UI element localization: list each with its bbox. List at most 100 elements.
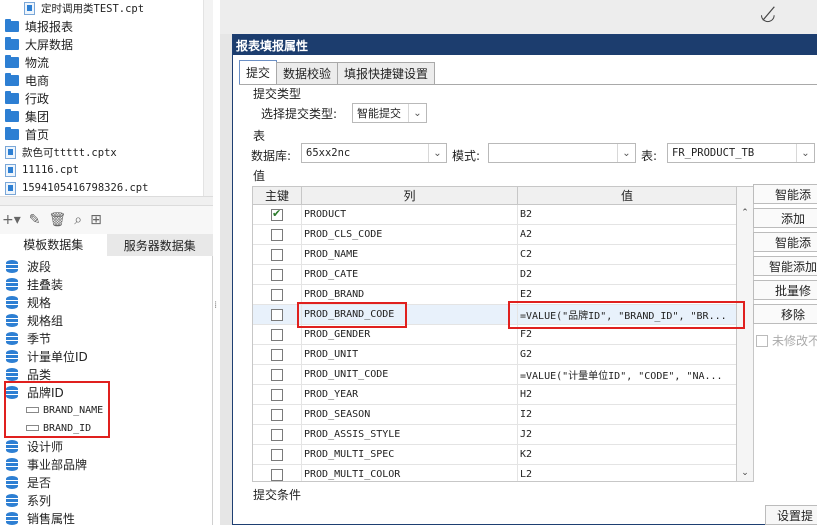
file-icon: [24, 1, 35, 15]
edit-icon[interactable]: ✎: [29, 212, 41, 228]
mode-select[interactable]: ⌄: [488, 143, 636, 163]
dataset-item[interactable]: 事业部品牌: [0, 455, 87, 473]
left-panel: 定时调用类TEST.cpt 填报报表 大屏数据 物流 电商 行政 集团 首页 款…: [0, 0, 213, 525]
table-row[interactable]: PROD_MULTI_COLOR L2: [253, 465, 736, 481]
tree-item[interactable]: 首页: [5, 125, 49, 143]
table-row[interactable]: PROD_YEAR H2: [253, 385, 736, 405]
primary-key-checkbox[interactable]: [271, 288, 283, 301]
database-icon: [6, 295, 18, 309]
folder-icon: [5, 18, 19, 32]
tab-template-dataset[interactable]: 模板数据集: [0, 234, 107, 256]
primary-key-checkbox[interactable]: [271, 388, 283, 401]
folder-icon: [5, 72, 19, 86]
table-row[interactable]: PRODUCTB2: [253, 205, 736, 225]
unmodified-no-submit-option[interactable]: 未修改不: [756, 332, 817, 349]
submit-type-group-label: 提交类型: [253, 87, 302, 101]
tree-item[interactable]: 款色可ttttt.cptx: [5, 143, 117, 161]
dataset-item[interactable]: 波段: [0, 257, 51, 275]
smart-add-cells-button[interactable]: 智能添: [753, 232, 817, 252]
tree-item[interactable]: 填报报表: [5, 17, 73, 35]
table-row[interactable]: PROD_CATE D2: [253, 265, 736, 285]
file-icon: [5, 181, 16, 195]
chevron-down-icon: ⌄: [408, 104, 426, 122]
database-select[interactable]: 65xx2nc ⌄: [301, 143, 447, 163]
dataset-item[interactable]: 销售属性: [0, 509, 75, 525]
primary-key-checkbox[interactable]: [271, 328, 283, 341]
primary-key-checkbox[interactable]: [271, 448, 283, 461]
table-row[interactable]: PROD_UNIT_CODE =VALUE("计量单位ID", "CODE", "…: [253, 365, 736, 385]
dataset-item[interactable]: 设计师: [0, 437, 63, 455]
value-group-label: 值: [253, 169, 266, 183]
primary-key-checkbox[interactable]: [271, 248, 283, 261]
header-column[interactable]: 列: [302, 187, 518, 204]
highlight-box: [508, 301, 745, 329]
tree-scrollbar[interactable]: [203, 0, 213, 196]
tree-item[interactable]: 电商: [5, 71, 49, 89]
tree-item[interactable]: 行政: [5, 89, 49, 107]
scroll-down-icon[interactable]: ⌄: [737, 465, 753, 481]
table-row[interactable]: PROD_SEASON I2: [253, 405, 736, 425]
dataset-item[interactable]: 是否: [0, 473, 51, 491]
smart-add-button[interactable]: 智能添: [753, 184, 817, 204]
smart-add-group-button[interactable]: 智能添加: [753, 256, 817, 276]
editor-toolbar: ◡̸: [220, 0, 817, 34]
dataset-item[interactable]: 规格: [0, 293, 51, 311]
table-row[interactable]: PROD_ASSIS_STYLE J2: [253, 425, 736, 445]
header-value[interactable]: 值: [518, 187, 736, 204]
add-dropdown-icon[interactable]: +▾: [2, 212, 21, 228]
primary-key-checkbox[interactable]: [271, 348, 283, 361]
tab-data-validation[interactable]: 数据校验: [276, 62, 339, 84]
table-row[interactable]: PROD_NAME C2: [253, 245, 736, 265]
dataset-item[interactable]: 规格组: [0, 311, 63, 329]
dataset-settings-icon[interactable]: ⊞: [90, 212, 102, 228]
primary-key-checkbox[interactable]: [271, 268, 283, 281]
file-icon: [5, 163, 16, 177]
delete-icon[interactable]: 🗑: [49, 212, 67, 228]
primary-key-checkbox[interactable]: [271, 408, 283, 421]
tab-server-dataset[interactable]: 服务器数据集: [106, 234, 213, 256]
tree-item[interactable]: 集团: [5, 107, 49, 125]
tree-item[interactable]: 11116.cpt: [5, 161, 79, 179]
mode-label: 模式:: [452, 149, 481, 163]
remove-button[interactable]: 移除: [753, 304, 817, 324]
header-primary-key[interactable]: 主键: [253, 187, 302, 204]
tree-item[interactable]: 大屏数据: [5, 35, 73, 53]
scroll-up-icon[interactable]: ⌃: [737, 205, 753, 221]
template-tree: 定时调用类TEST.cpt 填报报表 大屏数据 物流 电商 行政 集团 首页 款…: [0, 0, 213, 196]
primary-key-checkbox[interactable]: [271, 207, 283, 221]
batch-modify-button[interactable]: 批量修: [753, 280, 817, 300]
database-icon: [6, 277, 18, 291]
tree-item[interactable]: 1594105416798326.cpt: [5, 179, 148, 196]
dataset-item[interactable]: 挂叠装: [0, 275, 63, 293]
dataset-item[interactable]: 计量单位ID: [0, 347, 88, 365]
tab-shortcut-settings[interactable]: 填报快捷键设置: [337, 62, 436, 84]
primary-key-checkbox[interactable]: [271, 308, 283, 321]
dataset-tabs: 模板数据集 服务器数据集: [0, 234, 213, 256]
submit-type-select[interactable]: 智能提交 ⌄: [352, 103, 427, 123]
set-submit-condition-button[interactable]: 设置提: [765, 505, 817, 525]
primary-key-checkbox[interactable]: [271, 228, 283, 241]
tab-submit[interactable]: 提交: [239, 60, 278, 84]
table-select[interactable]: FR_PRODUCT_TB ⌄: [667, 143, 815, 163]
table-row[interactable]: PROD_MULTI_SPEC K2: [253, 445, 736, 465]
add-button[interactable]: 添加: [753, 208, 817, 228]
table-row[interactable]: PROD_CLS_CODE A2: [253, 225, 736, 245]
primary-key-checkbox[interactable]: [271, 428, 283, 441]
dataset-item[interactable]: 系列: [0, 491, 51, 509]
database-icon: [6, 331, 18, 345]
table-row[interactable]: PROD_UNIT G2: [253, 345, 736, 365]
dialog-title: 报表填报属性: [233, 35, 817, 55]
dataset-item[interactable]: 季节: [0, 329, 51, 347]
eye-hidden-icon[interactable]: ◡̸: [760, 4, 798, 25]
table-scrollbar[interactable]: ⌃ ⌄: [736, 186, 754, 482]
table-group-label: 表: [253, 129, 266, 143]
unmodified-checkbox[interactable]: [756, 334, 768, 347]
primary-key-checkbox[interactable]: [271, 468, 283, 481]
preview-icon[interactable]: ⌕: [74, 212, 82, 228]
panel-splitter[interactable]: [0, 196, 213, 206]
database-icon: [6, 475, 18, 489]
database-icon: [6, 457, 18, 471]
tree-item[interactable]: 物流: [5, 53, 49, 71]
tree-item[interactable]: 定时调用类TEST.cpt: [24, 0, 144, 17]
primary-key-checkbox[interactable]: [271, 368, 283, 381]
